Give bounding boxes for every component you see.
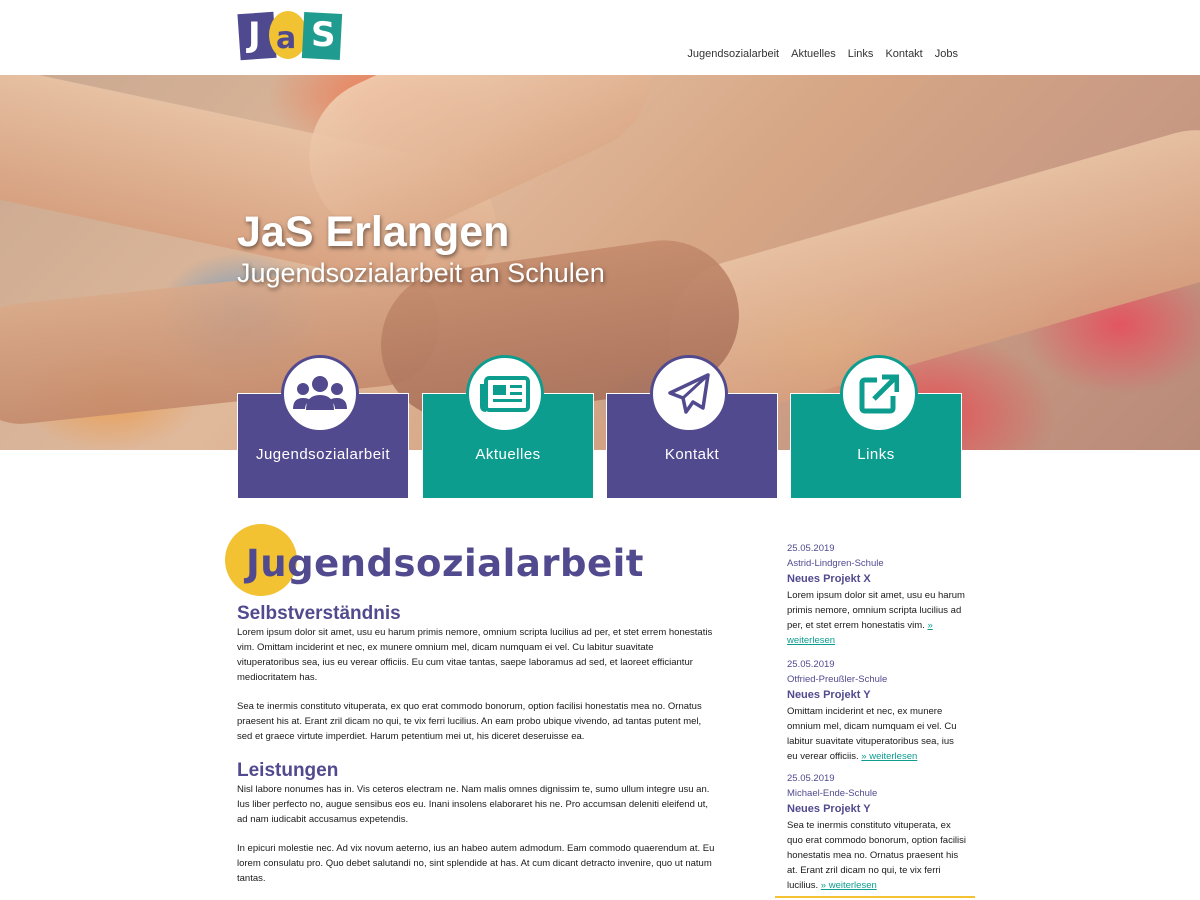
read-more-link[interactable]: » weiterlesen: [821, 880, 877, 891]
nav-item-aktuelles[interactable]: Aktuelles: [791, 48, 836, 60]
news-excerpt: Lorem ipsum dolor sit amet, usu eu harum…: [787, 590, 965, 631]
news-text: Lorem ipsum dolor sit amet, usu eu harum…: [787, 588, 967, 648]
section-heading-selbstverstaendnis: Selbstverständnis: [237, 603, 401, 624]
news-title[interactable]: Neues Projekt X: [787, 571, 967, 588]
site-header: J a S Jugendsozialarbeit Aktuelles Links…: [0, 0, 1200, 75]
news-school: Otfried-Preußler-Schule: [787, 674, 888, 685]
page-title: Jugendsozialarbeit: [246, 542, 644, 585]
nav-item-jobs[interactable]: Jobs: [935, 48, 958, 60]
news-item: 25.05.2019 Astrid-Lindgren-Schule Neues …: [787, 541, 967, 648]
nav-item-jugendsozialarbeit[interactable]: Jugendsozialarbeit: [687, 48, 779, 60]
news-text: Omittam inciderint et nec, ex munere omn…: [787, 704, 967, 764]
jas-logo[interactable]: J a S: [237, 11, 343, 61]
section-paragraph: Nisl labore nonumes has in. Vis ceteros …: [237, 784, 710, 825]
sidebar-divider: [775, 896, 975, 898]
main-nav: Jugendsozialarbeit Aktuelles Links Konta…: [687, 48, 958, 60]
section-paragraph: Lorem ipsum dolor sit amet, usu eu harum…: [237, 627, 713, 683]
news-school: Astrid-Lindgren-Schule: [787, 558, 884, 569]
hero-title: JaS Erlangen: [237, 208, 510, 256]
read-more-link[interactable]: » weiterlesen: [861, 751, 917, 762]
section-paragraph: Sea te inermis constituto vituperata, ex…: [237, 701, 702, 742]
news-date: 25.05.2019: [787, 773, 835, 784]
nav-item-kontakt[interactable]: Kontakt: [885, 48, 922, 60]
users-icon: [281, 355, 359, 433]
tile-label: Jugendsozialarbeit: [255, 446, 391, 463]
logo-letter-a: a: [276, 21, 297, 56]
external-link-icon: [840, 355, 918, 433]
news-title[interactable]: Neues Projekt Y: [787, 687, 967, 704]
news-item: 25.05.2019 Michael-Ende-Schule Neues Pro…: [787, 771, 967, 893]
news-date: 25.05.2019: [787, 659, 835, 670]
section-paragraph: In epicuri molestie nec. Ad vix novum ae…: [237, 843, 715, 884]
hero-subtitle: Jugendsozialarbeit an Schulen: [237, 258, 605, 288]
tile-label: Aktuelles: [475, 446, 541, 463]
news-school: Michael-Ende-Schule: [787, 788, 878, 799]
news-date: 25.05.2019: [787, 543, 835, 554]
news-title[interactable]: Neues Projekt Y: [787, 801, 967, 818]
tile-label: Kontakt: [664, 446, 720, 463]
news-text: Sea te inermis constituto vituperata, ex…: [787, 818, 967, 893]
tile-label: Links: [857, 446, 895, 463]
section-heading-leistungen: Leistungen: [237, 760, 339, 781]
paper-plane-icon: [650, 355, 728, 433]
nav-item-links[interactable]: Links: [848, 48, 874, 60]
hero-arm: [651, 112, 1200, 428]
logo-letter-j: J: [248, 15, 261, 55]
newspaper-icon: [466, 355, 544, 433]
news-item: 25.05.2019 Otfried-Preußler-Schule Neues…: [787, 657, 967, 764]
logo-letter-s: S: [311, 15, 336, 55]
